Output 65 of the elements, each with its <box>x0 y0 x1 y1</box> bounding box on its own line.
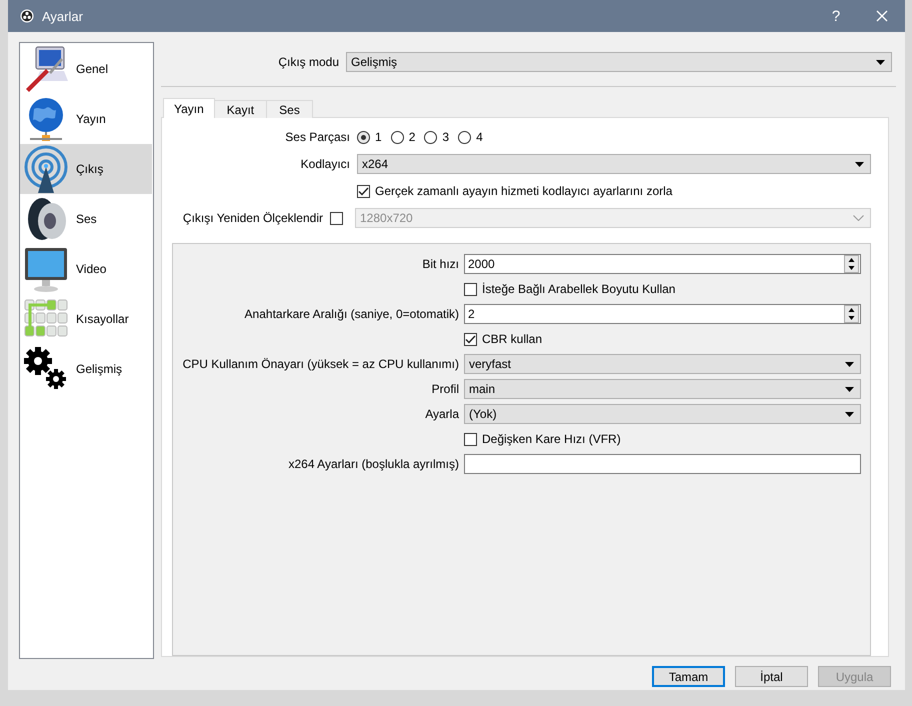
radio-button[interactable] <box>458 130 472 144</box>
field-label: Anahtarkare Aralığı (saniye, 0=otomatik) <box>244 307 459 321</box>
dialog-button[interactable]: Tamam <box>652 666 725 687</box>
dropdown-caret-icon <box>845 412 854 416</box>
checkbox[interactable] <box>464 282 477 296</box>
chevron-down-icon <box>853 215 864 221</box>
checkbox-option[interactable]: İsteğe Bağlı Arabellek Boyutu Kullan <box>464 282 676 296</box>
checkbox-option[interactable]: Değişken Kare Hızı (VFR) <box>464 432 621 446</box>
radio-option[interactable]: 1 <box>357 130 382 144</box>
field-label: Kodlayıcı <box>300 157 350 171</box>
radio-button[interactable] <box>357 130 370 144</box>
sidebar-label: Video <box>76 262 106 276</box>
field-label: Ses Parçası <box>284 130 350 144</box>
sidebar-item[interactable]: Kısayollar <box>20 294 152 344</box>
window-title: Ayarlar <box>42 8 84 24</box>
field-label: Bit hızı <box>421 257 459 271</box>
dropdown-caret-icon <box>876 60 885 64</box>
dropdown-select[interactable]: (Yok) <box>464 404 861 424</box>
checkbox-option[interactable]: CBR kullan <box>464 332 542 346</box>
radio-option[interactable]: 2 <box>390 130 416 144</box>
output-mode-select[interactable]: Gelişmiş <box>346 52 892 72</box>
field-label: x264 Ayarları (boşlukla ayrılmış) <box>287 457 459 471</box>
sidebar-label: Gelişmiş <box>76 362 122 376</box>
tab[interactable]: Ses <box>266 100 313 118</box>
sidebar-item[interactable]: Ses <box>20 194 152 244</box>
sidebar-item[interactable]: Yayın <box>20 94 152 144</box>
tab[interactable]: Kayıt <box>214 100 268 118</box>
dropdown-select[interactable]: main <box>464 379 861 399</box>
field-label: Ayarla <box>424 407 459 421</box>
sidebar-item[interactable]: Çıkış <box>20 144 152 194</box>
number-field[interactable]: 2000 <box>464 254 861 274</box>
checkbox[interactable] <box>464 332 477 346</box>
field-label: Çıkışı Yeniden Ölçeklendir <box>182 211 323 225</box>
sidebar-label: Genel <box>76 62 108 76</box>
broadcast-icon <box>22 145 70 193</box>
help-button[interactable]: ? <box>813 8 859 24</box>
checkbox-option[interactable]: Gerçek zamanlı ayayın hizmeti kodlayıcı ayarlarını zorla <box>357 184 672 198</box>
number-field[interactable]: 2 <box>464 304 861 324</box>
field-label: Çıkış modu <box>277 55 339 69</box>
close-icon <box>876 10 888 22</box>
field-label: Profil <box>430 382 459 396</box>
sidebar-item[interactable]: Video <box>20 244 152 294</box>
encoder-select[interactable]: x264 <box>357 154 871 174</box>
sidebar-label: Çıkış <box>76 162 104 176</box>
radio-option[interactable]: 3 <box>424 130 450 144</box>
sidebar-label: Kısayollar <box>76 312 129 326</box>
monitor-icon <box>22 245 70 293</box>
app-logo-icon <box>20 9 34 23</box>
dropdown-caret-icon <box>845 386 854 392</box>
dropdown-caret-icon <box>855 162 864 166</box>
tab[interactable]: Yayın <box>163 98 215 118</box>
dialog-button[interactable]: İptal <box>735 666 808 687</box>
sidebar-item[interactable]: Gelişmiş <box>20 344 152 394</box>
sidebar-label: Yayın <box>76 112 106 126</box>
checkbox[interactable] <box>357 184 370 198</box>
field-label: CPU Kullanım Önayarı (yüksek = az CPU kullanımı) <box>182 357 459 371</box>
sidebar-label: Ses <box>76 212 97 226</box>
dropdown-caret-icon <box>845 362 854 366</box>
checkbox[interactable] <box>464 432 477 446</box>
dropdown-select[interactable]: veryfast <box>464 354 861 374</box>
radio-button[interactable] <box>424 130 438 144</box>
sidebar-item[interactable]: Genel <box>20 44 152 94</box>
radio-option[interactable]: 4 <box>458 130 483 144</box>
radio-button[interactable] <box>390 130 404 144</box>
input-field[interactable] <box>464 454 861 474</box>
